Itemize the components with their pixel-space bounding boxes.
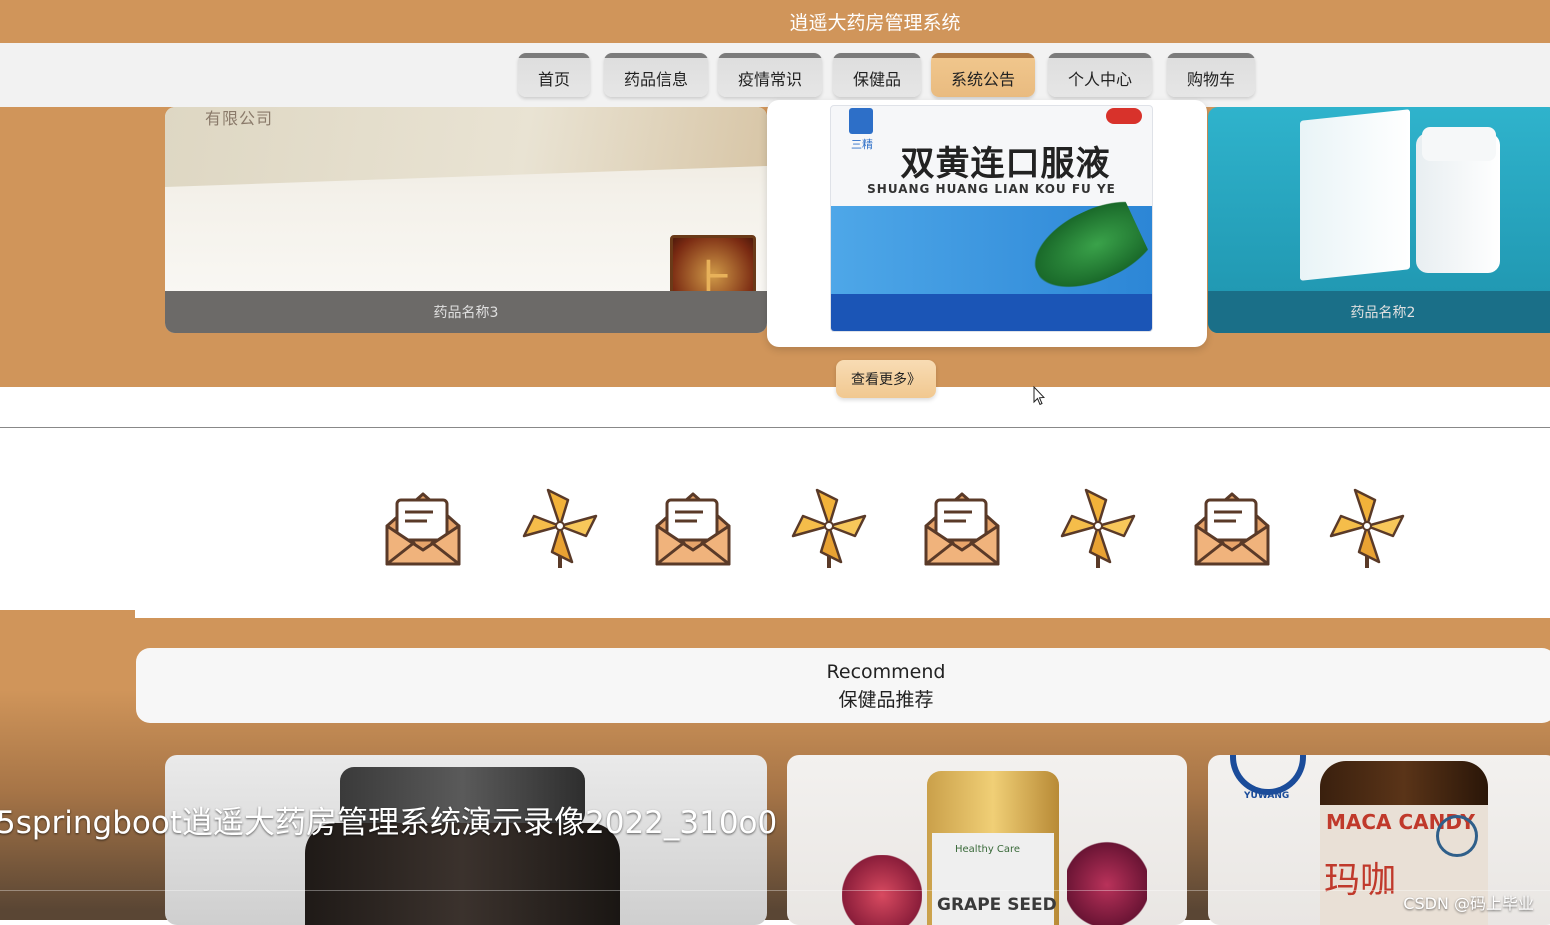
pinwheel-icon[interactable] xyxy=(1325,486,1409,570)
nav-item-home[interactable]: 首页 xyxy=(518,53,590,97)
medicine-box-image: 三精 双黄连口服液 SHUANG HUANG LIAN KOU FU YE xyxy=(830,105,1153,332)
nav-item-cart[interactable]: 购物车 xyxy=(1167,53,1255,97)
envelope-icon[interactable] xyxy=(651,486,735,570)
video-title-overlay: 5springboot逍遥大药房管理系统演示录像2022_310o0 xyxy=(0,805,778,841)
envelope-icon[interactable] xyxy=(1190,486,1274,570)
nav-item-personal-center[interactable]: 个人中心 xyxy=(1048,53,1152,97)
brand-logo-icon xyxy=(849,108,873,134)
nav-item-epidemic[interactable]: 疫情常识 xyxy=(718,53,822,97)
medicine-title: 双黄连口服液 xyxy=(900,144,1111,184)
view-more-button[interactable]: 查看更多》 xyxy=(836,360,936,398)
otc-badge xyxy=(1106,108,1142,124)
brand-logo-icon xyxy=(1230,755,1306,795)
recommend-title-en: Recommend xyxy=(826,660,946,683)
bottle-cap xyxy=(1422,127,1496,161)
csdn-watermark: CSDN @码上毕业 xyxy=(1403,894,1534,913)
card-caption: 药品名称2 xyxy=(1208,291,1550,333)
medicine-pinyin: SHUANG HUANG LIAN KOU FU YE xyxy=(867,182,1116,196)
nav-item-announcements[interactable]: 系统公告 xyxy=(931,53,1035,97)
envelope-icon[interactable] xyxy=(920,486,1004,570)
card-caption: 药品名称3 xyxy=(165,291,767,333)
nav-item-medicine[interactable]: 药品信息 xyxy=(604,53,708,97)
recommend-header: Recommend 保健品推荐 xyxy=(136,648,1550,723)
product-card-2[interactable]: Healthy Care GRAPE SEED xyxy=(787,755,1187,925)
carousel-card-1[interactable]: 有限公司 上 药品名称3 xyxy=(165,107,767,333)
quality-badge-icon xyxy=(1436,815,1478,857)
carousel-card-3[interactable]: 药品名称2 xyxy=(1208,107,1550,333)
app-title: 逍遥大药房管理系统 xyxy=(789,12,961,34)
envelope-icon[interactable] xyxy=(381,486,465,570)
mouse-cursor-icon xyxy=(1033,386,1045,406)
product-brand: Healthy Care xyxy=(955,844,1021,855)
product-box-image xyxy=(1300,109,1410,281)
nav-item-health-products[interactable]: 保健品 xyxy=(833,53,921,97)
pinwheel-icon[interactable] xyxy=(518,486,602,570)
recommend-title-cn: 保健品推荐 xyxy=(838,688,934,711)
grape-image xyxy=(1067,840,1147,925)
main-nav: 首页 药品信息 疫情常识 保健品 系统公告 个人中心 购物车 xyxy=(0,43,1550,107)
brand-logo-text: YUWANG xyxy=(1244,791,1290,801)
app-header: 逍遥大药房管理系统 xyxy=(0,0,1550,43)
video-progress-line xyxy=(0,890,1550,891)
product-name: GRAPE SEED xyxy=(937,895,1057,915)
carousel-card-active[interactable]: 三精 双黄连口服液 SHUANG HUANG LIAN KOU FU YE xyxy=(767,100,1207,347)
product-name-cn: 玛咖 xyxy=(1324,860,1397,901)
pinwheel-icon[interactable] xyxy=(1056,486,1140,570)
section-divider xyxy=(0,427,1550,428)
company-name: 有限公司 xyxy=(205,109,274,128)
pinwheel-icon[interactable] xyxy=(787,486,871,570)
box-bottom-strip xyxy=(831,294,1152,331)
band-white-edge xyxy=(135,600,1550,618)
